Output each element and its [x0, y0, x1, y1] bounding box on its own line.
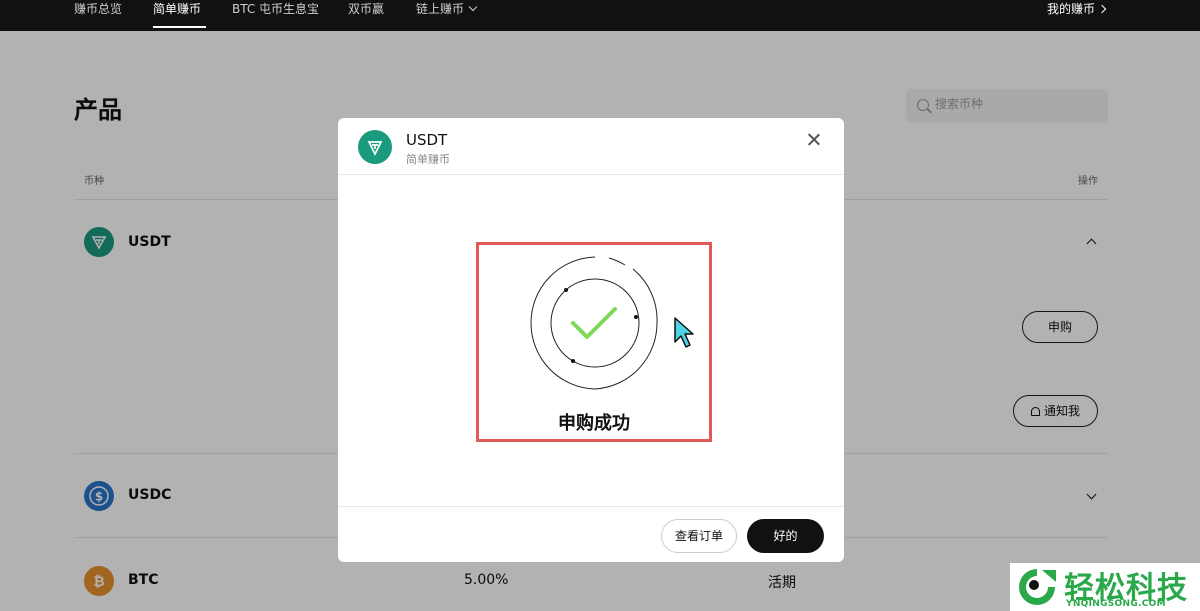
tether-icon: [358, 130, 392, 164]
nav-my-earn-label: 我的赚币: [1047, 2, 1096, 16]
nav-dual-invest[interactable]: 双币赢: [348, 0, 384, 31]
ok-button[interactable]: 好的: [747, 519, 824, 553]
nav-btc-earn[interactable]: BTC 屯币生息宝: [232, 0, 319, 31]
chevron-down-icon: [468, 2, 478, 12]
subscription-success-modal: USDT 简单赚币 申购成功 查看订单 好的: [338, 118, 844, 562]
view-order-button[interactable]: 查看订单: [661, 519, 737, 553]
nav-onchain-earn[interactable]: 链上赚币: [416, 0, 478, 31]
success-check-icon: [525, 253, 665, 397]
watermark-logo-icon: [1016, 566, 1058, 611]
modal-header: USDT 简单赚币: [338, 118, 844, 175]
modal-coin-name: USDT: [406, 131, 448, 149]
close-icon[interactable]: [804, 130, 824, 150]
nav-my-earn[interactable]: 我的赚币: [1047, 0, 1107, 31]
nav-active-indicator: [153, 26, 206, 28]
top-nav: 赚币总览 简单赚币 BTC 屯币生息宝 双币赢 链上赚币 我的赚币: [0, 0, 1200, 31]
chevron-right-icon: [1097, 4, 1107, 14]
nav-onchain-label: 链上赚币: [416, 2, 465, 16]
modal-footer: 查看订单 好的: [338, 506, 844, 562]
watermark-url: YNQINGSONG.COM: [1066, 599, 1166, 609]
mouse-cursor-icon: [672, 316, 696, 354]
success-message: 申购成功: [558, 413, 630, 434]
modal-product-name: 简单赚币: [406, 153, 450, 166]
nav-earn-overview[interactable]: 赚币总览: [74, 0, 122, 31]
watermark: 轻松科技 YNQINGSONG.COM: [1010, 563, 1200, 611]
